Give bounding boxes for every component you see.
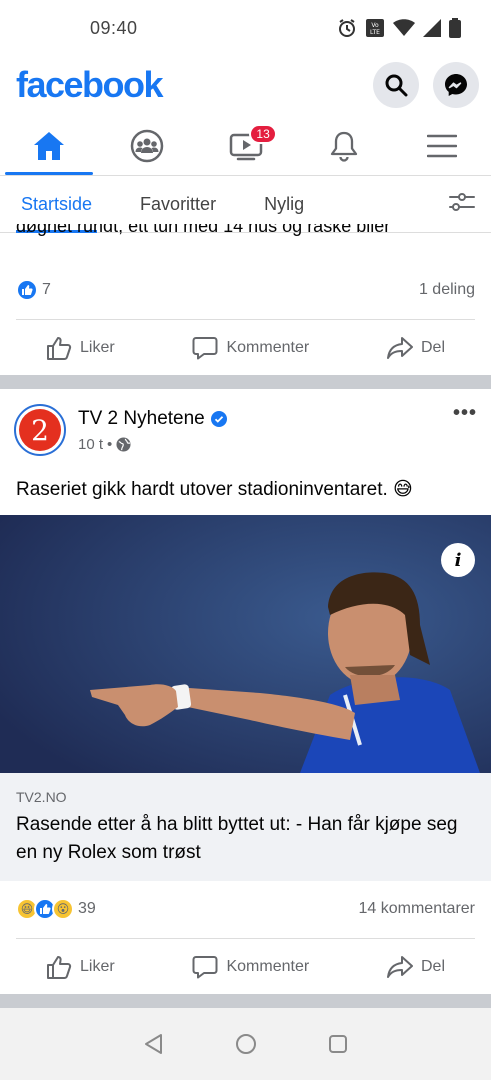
tab-notifications[interactable] — [295, 116, 393, 175]
battery-icon — [449, 18, 461, 38]
like-button[interactable]: Liker — [46, 955, 115, 979]
wifi-icon — [393, 19, 415, 36]
share-count[interactable]: 1 deling — [419, 281, 475, 299]
tv2-logo: 2 — [19, 409, 61, 451]
svg-text:LTE: LTE — [370, 29, 380, 36]
status-bar: 09:40 Vo LTE — [0, 0, 491, 56]
previous-post-actions: Liker Kommenter Del — [16, 319, 475, 375]
reaction-count[interactable]: 39 — [78, 900, 96, 918]
tab-groups[interactable] — [98, 116, 196, 175]
tab-menu[interactable] — [393, 116, 491, 175]
thumbs-up-icon — [47, 336, 72, 360]
comment-count[interactable]: 14 kommentarer — [359, 900, 476, 918]
reaction-count[interactable]: 7 — [42, 281, 51, 299]
top-header: facebook — [0, 56, 491, 114]
menu-icon — [426, 134, 457, 157]
search-button[interactable] — [373, 62, 419, 108]
post-time[interactable]: 10 t — [78, 436, 103, 453]
reaction-icons: 😆 😮 — [16, 898, 74, 920]
verified-badge-icon — [210, 411, 227, 427]
watch-badge: 13 — [249, 124, 277, 144]
post-stats: 😆 😮 39 14 kommentarer — [16, 893, 475, 925]
status-time: 09:40 — [90, 17, 138, 38]
search-icon — [385, 74, 408, 97]
bell-icon — [330, 131, 357, 162]
wow-reaction-icon: 😮 — [52, 898, 74, 920]
globe-icon — [116, 437, 131, 452]
post-header: 2 TV 2 Nyhetene 10 t • ••• — [14, 402, 477, 464]
post-author[interactable]: TV 2 Nyhetene — [78, 408, 205, 430]
main-nav: 13 — [0, 116, 491, 176]
share-button[interactable]: Del — [386, 955, 445, 979]
ad-info-button[interactable]: i — [441, 543, 475, 577]
feed-filter-button[interactable] — [449, 191, 475, 218]
svg-text:Vo: Vo — [371, 22, 379, 29]
football-player-photo — [0, 515, 491, 773]
groups-icon — [131, 129, 164, 162]
post-divider — [0, 994, 491, 1008]
volte-icon: VoLTE — [366, 19, 384, 37]
system-nav-bar — [0, 1008, 491, 1080]
like-reaction-icon — [16, 279, 38, 301]
home-circle-icon[interactable] — [235, 1033, 257, 1055]
sliders-icon — [449, 193, 475, 211]
link-preview[interactable]: TV2.NO Rasende etter å ha blitt byttet u… — [0, 773, 491, 881]
avatar[interactable]: 2 — [14, 404, 66, 456]
facebook-logo: facebook — [16, 64, 164, 105]
recents-icon[interactable] — [327, 1033, 349, 1055]
previous-post-stats: 7 1 deling — [16, 274, 475, 306]
comment-button[interactable]: Kommenter — [192, 336, 309, 360]
share-button[interactable]: Del — [386, 336, 445, 360]
back-icon[interactable] — [143, 1033, 165, 1055]
like-button[interactable]: Liker — [46, 336, 115, 360]
post-text: Raseriet gikk hardt utover stadioninvent… — [16, 479, 413, 500]
tab-watch[interactable]: 13 — [196, 116, 294, 175]
post-image[interactable]: i — [0, 515, 491, 773]
comment-icon — [192, 336, 218, 359]
alarm-icon — [339, 19, 355, 37]
thumbs-up-icon — [47, 955, 72, 979]
messenger-button[interactable] — [433, 62, 479, 108]
signal-icon — [423, 19, 441, 37]
messenger-icon — [445, 74, 467, 96]
link-title: Rasende etter å ha blitt byttet ut: - Ha… — [16, 814, 458, 863]
tab-home[interactable] — [0, 116, 98, 175]
post-divider — [0, 375, 491, 389]
previous-post-text: døgnet rundt, ett tun med 14 hus og rask… — [16, 224, 391, 236]
comment-button[interactable]: Kommenter — [192, 955, 309, 979]
post-actions: Liker Kommenter Del — [16, 938, 475, 994]
share-icon — [386, 955, 413, 978]
share-icon — [386, 336, 413, 359]
home-icon — [34, 131, 65, 160]
link-domain: TV2.NO — [16, 789, 67, 805]
more-options-button[interactable]: ••• — [453, 402, 477, 425]
comment-icon — [192, 955, 218, 978]
